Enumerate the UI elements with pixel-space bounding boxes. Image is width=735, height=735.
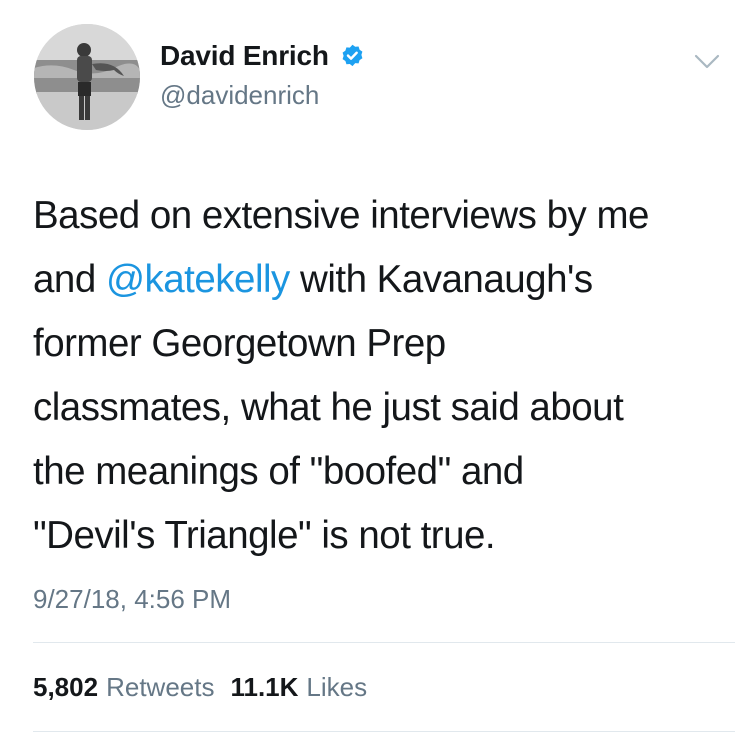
tweet-card: David Enrich @davidenrich Based on exten… — [0, 0, 735, 735]
user-handle[interactable]: @davidenrich — [160, 80, 319, 111]
divider — [33, 731, 735, 732]
tweet-text-line: former Georgetown Prep — [33, 312, 723, 376]
tweet-text-segment: classmates, what he just said about — [33, 386, 624, 429]
tweet-text-segment: Based on extensive interviews by me — [33, 194, 649, 237]
likes-label: Likes — [306, 672, 368, 702]
tweet-text-segment: and — [33, 258, 106, 301]
verified-badge-icon — [339, 43, 366, 70]
tweet-stats: 5,802 Retweets 11.1K Likes — [33, 672, 367, 703]
tweet-text: Based on extensive interviews by me and … — [33, 184, 723, 568]
tweet-timestamp[interactable]: 9/27/18, 4:56 PM — [33, 584, 231, 615]
likes-count: 11.1K — [230, 672, 299, 702]
tweet-text-line: the meanings of "boofed" and — [33, 440, 723, 504]
tweet-text-segment: with Kavanaugh's — [289, 258, 593, 301]
tweet-text-line: Based on extensive interviews by me — [33, 184, 723, 248]
tweet-text-segment: the meanings of "boofed" and — [33, 450, 524, 493]
retweets-stat[interactable]: 5,802 Retweets — [33, 672, 214, 703]
tweet-text-segment: former Georgetown Prep — [33, 322, 446, 365]
chevron-down-icon[interactable] — [692, 50, 722, 72]
likes-stat[interactable]: 11.1K Likes — [230, 672, 367, 703]
tweet-text-segment: "Devil's Triangle" is not true. — [33, 514, 496, 557]
retweets-label: Retweets — [106, 672, 215, 702]
divider — [33, 642, 735, 643]
tweet-text-line: and @katekelly with Kavanaugh's — [33, 248, 723, 312]
retweets-count: 5,802 — [33, 672, 99, 702]
mention-link[interactable]: @katekelly — [106, 258, 290, 301]
display-name[interactable]: David Enrich — [160, 40, 329, 72]
tweet-text-line: classmates, what he just said about — [33, 376, 723, 440]
avatar[interactable] — [34, 24, 140, 130]
author-name-row: David Enrich — [160, 40, 366, 72]
tweet-text-line: "Devil's Triangle" is not true. — [33, 504, 723, 568]
